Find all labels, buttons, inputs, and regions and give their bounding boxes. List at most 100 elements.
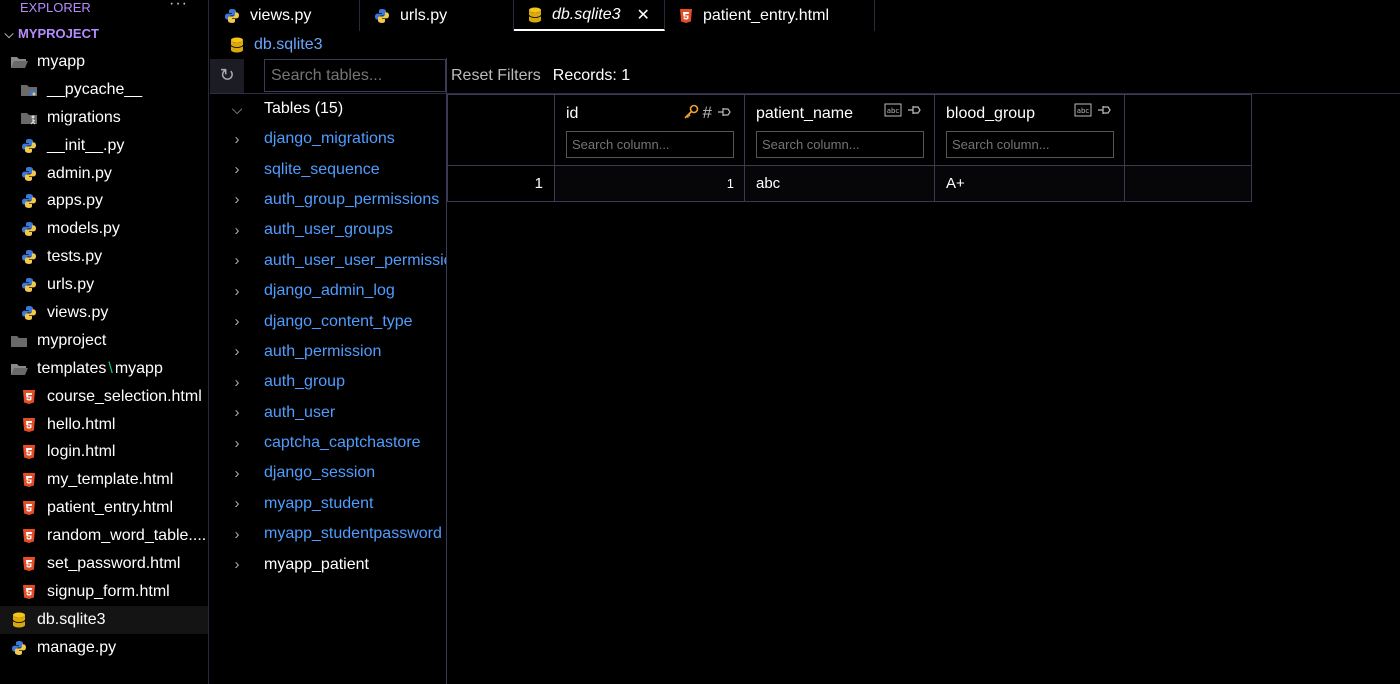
chevron-right-icon[interactable]: › [210, 161, 264, 178]
table-list: › django_migrations › sqlite_sequence › auth_… [210, 124, 447, 580]
table-list-item[interactable]: › myapp_studentpassword [210, 519, 446, 549]
chevron-right-icon[interactable]: › [210, 222, 264, 239]
column-header-patient-name[interactable]: patient_name abc [744, 94, 935, 166]
chevron-right-icon[interactable]: › [210, 526, 264, 543]
chevron-right-icon[interactable]: › [210, 435, 264, 452]
chevron-down-icon: ⌵ [231, 100, 243, 117]
tab-urls-py[interactable]: urls.py [360, 0, 514, 31]
chevron-right-icon[interactable]: › [210, 313, 264, 330]
explorer-item[interactable]: login.html [0, 438, 208, 466]
grid-toolbar: Reset Filters Records: 1 [447, 58, 1400, 94]
chevron-right-icon[interactable]: › [210, 131, 264, 148]
table-list-item[interactable]: › django_content_type [210, 306, 446, 336]
column-header-blood-group[interactable]: blood_group abc [934, 94, 1125, 166]
column-search-input[interactable] [756, 131, 924, 158]
explorer-item-label: myproject [37, 331, 107, 349]
explorer-item[interactable]: models.py [0, 215, 208, 243]
html-icon [20, 444, 38, 460]
data-grid-area: Reset Filters Records: 1 id # Search col… [447, 58, 1400, 684]
explorer-item[interactable]: admin.py [0, 160, 208, 188]
explorer-item[interactable]: set_password.html [0, 550, 208, 578]
explorer-item[interactable]: myproject [0, 327, 208, 355]
chevron-right-icon[interactable]: › [210, 252, 264, 269]
pin-icon[interactable] [1096, 103, 1112, 120]
table-name: auth_permission [264, 342, 382, 360]
table-list-item[interactable]: › django_session [210, 458, 446, 488]
text-type-icon: abc [1074, 103, 1092, 120]
table-list-item[interactable]: › sqlite_sequence [210, 154, 446, 184]
text-type-icon: abc [884, 103, 902, 120]
tab-patient-entry-html[interactable]: patient_entry.html [665, 0, 875, 31]
tab-db-sqlite3[interactable]: db.sqlite3 ✕ [514, 0, 665, 31]
explorer-item-label: models.py [47, 220, 120, 238]
explorer-item[interactable]: __pycache__ [0, 76, 208, 104]
tables-heading[interactable]: ⌵ Tables (15) [210, 94, 446, 124]
explorer-item-label: myapp [114, 359, 163, 377]
table-list-item[interactable]: › captcha_captchastore [210, 428, 446, 458]
chevron-right-icon[interactable]: › [210, 191, 264, 208]
python-icon [20, 166, 38, 182]
explorer-item[interactable]: manage.py [0, 634, 208, 662]
cell-blood-group[interactable]: A+ [934, 165, 1125, 202]
explorer-item[interactable]: my_template.html [0, 466, 208, 494]
cell-patient-name[interactable]: abc [744, 165, 935, 202]
explorer-item[interactable]: templates \ myapp [0, 355, 208, 383]
breadcrumb[interactable]: db.sqlite3 [230, 34, 323, 56]
explorer-item[interactable]: apps.py [0, 187, 208, 215]
column-search-input[interactable] [566, 131, 734, 158]
explorer-item[interactable]: db.sqlite3 [0, 605, 208, 634]
table-list-item[interactable]: › auth_user_groups [210, 215, 446, 245]
table-list-item[interactable]: › auth_user [210, 398, 446, 428]
column-search-input[interactable] [946, 131, 1114, 158]
chevron-right-icon[interactable]: › [210, 404, 264, 421]
explorer-item[interactable]: tests.py [0, 243, 208, 271]
search-tables-input[interactable] [264, 59, 446, 92]
explorer-title: EXPLORER [20, 0, 91, 15]
table-name: myapp_patient [264, 555, 369, 573]
more-actions-icon[interactable]: ··· [169, 0, 188, 12]
tab-views-py[interactable]: views.py [210, 0, 360, 31]
explorer-item-label: login.html [47, 443, 116, 461]
table-list-item[interactable]: › myapp_patient [210, 549, 446, 579]
chevron-right-icon[interactable]: › [210, 556, 264, 573]
chevron-right-icon[interactable]: › [210, 343, 264, 360]
table-list-item[interactable]: › django_admin_log [210, 276, 446, 306]
explorer-item-label: set_password.html [47, 554, 181, 572]
explorer-item[interactable]: views.py [0, 299, 208, 327]
pin-icon[interactable] [906, 103, 922, 120]
explorer-item[interactable]: hello.html [0, 411, 208, 439]
table-list-item[interactable]: › auth_group_permissions [210, 185, 446, 215]
project-root[interactable]: ⌵ MYPROJECT [0, 20, 208, 48]
explorer-item[interactable]: patient_entry.html [0, 494, 208, 522]
table-row[interactable]: 1 1 abc A+ [447, 165, 1252, 202]
cell-id[interactable]: 1 [554, 165, 745, 202]
table-list-item[interactable]: › myapp_student [210, 489, 446, 519]
refresh-icon[interactable]: ↻ [210, 58, 244, 93]
sqlite-viewer: ↻ ⌵ Tables (15) ›django_migrations›sqlit… [210, 58, 1400, 684]
table-list-item[interactable]: › django_migrations [210, 124, 446, 154]
table-name: auth_user_user_permissions [264, 251, 446, 269]
table-list-item[interactable]: ›auth_user_user_permissions [210, 246, 447, 276]
explorer-sidebar: EXPLORER ··· ⌵ MYPROJECT myapp __pycache_… [0, 0, 209, 684]
explorer-item[interactable]: signup_form.html [0, 578, 208, 606]
chevron-right-icon[interactable]: › [210, 495, 264, 512]
chevron-right-icon[interactable]: › [210, 465, 264, 482]
table-name: django_migrations [264, 130, 395, 148]
tables-heading-label: Tables (15) [264, 100, 344, 117]
column-header-empty [1124, 94, 1252, 166]
explorer-item[interactable]: __init__.py [0, 132, 208, 160]
column-header-id[interactable]: id # [554, 94, 745, 166]
chevron-right-icon[interactable]: › [210, 283, 264, 300]
key-icon [683, 104, 699, 123]
table-list-item[interactable]: › auth_group [210, 367, 446, 397]
reset-filters-button[interactable]: Reset Filters [451, 67, 541, 85]
html-icon [20, 528, 38, 544]
table-list-item[interactable]: › auth_permission [210, 337, 446, 367]
explorer-item[interactable]: urls.py [0, 271, 208, 299]
explorer-item[interactable]: migrations [0, 104, 208, 132]
pin-icon[interactable] [716, 105, 732, 122]
chevron-right-icon[interactable]: › [210, 374, 264, 391]
close-icon[interactable]: ✕ [637, 5, 650, 25]
explorer-item[interactable]: random_word_table.... [0, 522, 208, 550]
explorer-item[interactable]: course_selection.html [0, 383, 208, 411]
